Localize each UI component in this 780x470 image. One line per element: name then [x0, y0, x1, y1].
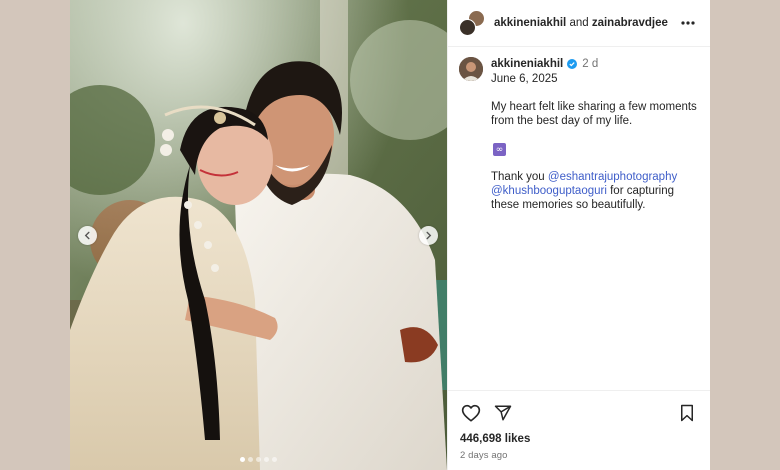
- collab-avatars[interactable]: [459, 10, 485, 36]
- wedding-photo: [70, 0, 447, 470]
- post-authors: akkineniakhil and zainabravdjee: [494, 17, 678, 29]
- author-username[interactable]: akkineniakhil: [494, 17, 566, 29]
- mention-link[interactable]: @khushbooguptaoguri: [491, 185, 607, 197]
- more-horizontal-icon: [681, 21, 695, 25]
- collaborator-username[interactable]: zainabravdjee: [592, 17, 668, 29]
- send-icon: [494, 405, 512, 421]
- post-actions: 446,698 likes 2 days ago: [448, 390, 710, 470]
- post-media[interactable]: [70, 0, 447, 470]
- caption-text: My heart felt like sharing a few moments…: [491, 101, 697, 127]
- heart-icon: [461, 404, 481, 422]
- post-header: akkineniakhil and zainabravdjee: [448, 0, 710, 47]
- avatar: [459, 19, 476, 36]
- likes-count[interactable]: 446,698 likes: [460, 433, 698, 445]
- share-button[interactable]: [492, 402, 514, 424]
- caption-age: 2 d: [582, 58, 599, 70]
- carousel-next-button[interactable]: [419, 226, 438, 245]
- thanks-prefix: Thank you: [491, 171, 545, 183]
- bookmark-icon: [681, 404, 693, 422]
- carousel-dot: [240, 457, 245, 462]
- carousel-dot: [248, 457, 253, 462]
- carousel-dot: [264, 457, 269, 462]
- like-button[interactable]: [460, 402, 482, 424]
- chevron-right-icon: [426, 231, 432, 240]
- verified-badge-icon: [567, 59, 578, 69]
- more-options-button[interactable]: [678, 13, 698, 33]
- caption-date: June 6, 2025: [491, 73, 558, 85]
- save-button[interactable]: [676, 402, 698, 424]
- post-age: 2 days ago: [460, 450, 508, 461]
- profile-picture: [459, 57, 483, 81]
- chevron-left-icon: [84, 231, 90, 240]
- caption-username[interactable]: akkineniakhil: [491, 57, 563, 71]
- post-caption: akkineniakhil 2 d June 6, 2025 My heart …: [448, 47, 710, 212]
- post-sidebar: akkineniakhil and zainabravdjee akkineni…: [447, 0, 710, 470]
- avatar[interactable]: [459, 57, 483, 81]
- mention-link[interactable]: @eshantrajuphotography: [548, 171, 677, 183]
- author-conjunction: and: [569, 17, 589, 29]
- carousel-dot: [256, 457, 261, 462]
- instagram-post: akkineniakhil and zainabravdjee akkineni…: [70, 0, 710, 470]
- infinity-emoji-icon: ∞: [493, 143, 506, 156]
- carousel-dot: [272, 457, 277, 462]
- caption-thanks: Thank you @eshantrajuphotography @khushb…: [491, 170, 698, 212]
- carousel-prev-button[interactable]: [78, 226, 97, 245]
- carousel-indicator: [70, 457, 447, 462]
